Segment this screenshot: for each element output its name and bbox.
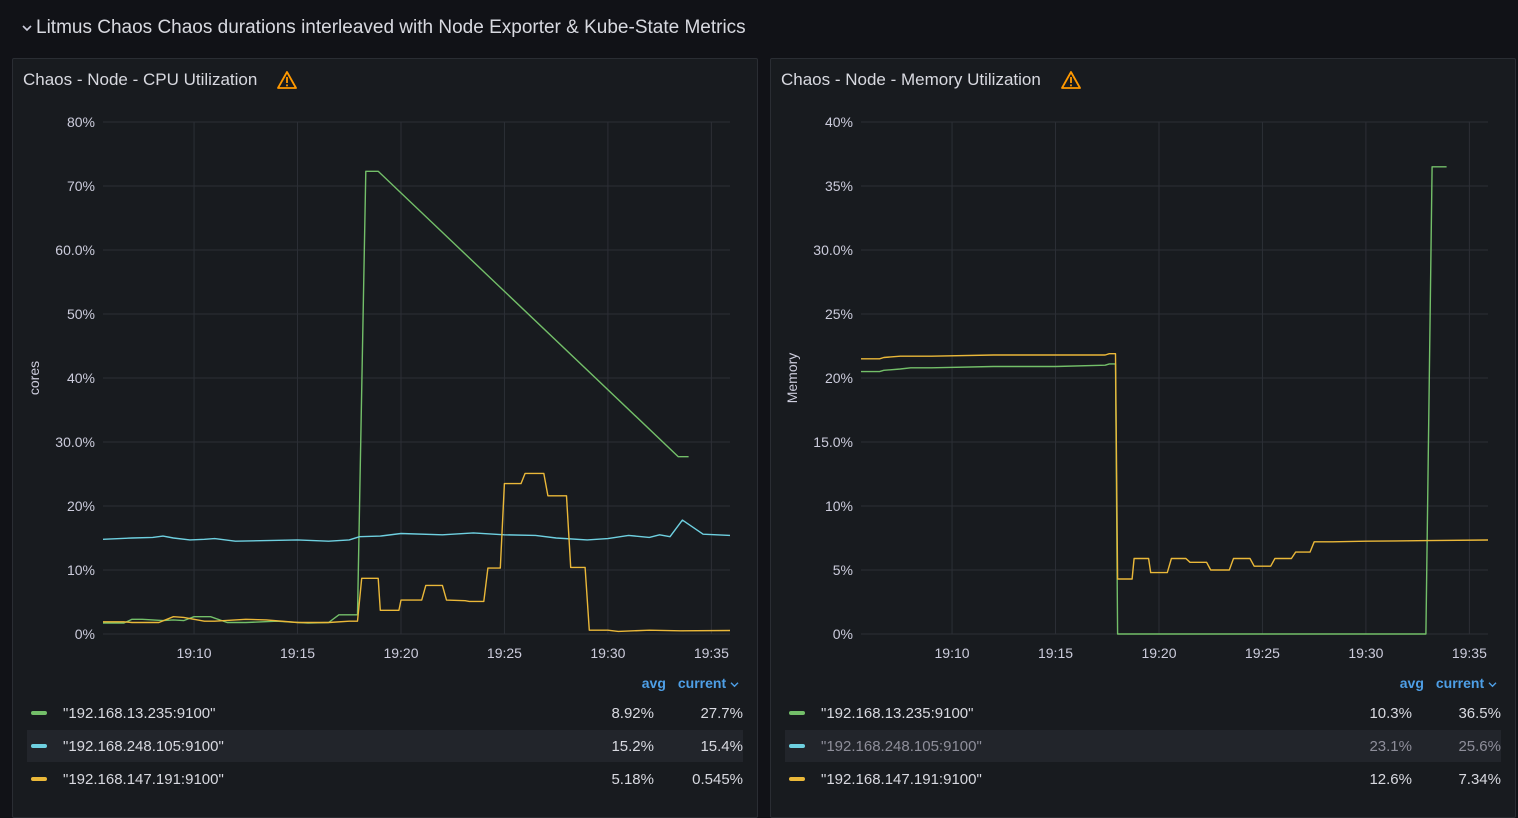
x-tick-label: 19:20 [1141, 645, 1176, 661]
y-tick-label: 10% [67, 562, 95, 578]
y-tick-label: 30.0% [813, 242, 853, 258]
legend-item[interactable]: "192.168.248.105:9100" 23.1% 25.6% [785, 730, 1501, 762]
panel-memory-utilization: Chaos - Node - Memory Utilization 0% 5% 10… [770, 58, 1516, 818]
legend-current-value: 27.7% [700, 704, 743, 722]
y-tick-label: 35% [825, 178, 853, 194]
x-tick-label: 19:15 [280, 645, 315, 661]
y-tick-label: 50% [67, 306, 95, 322]
y-tick-label: 60.0% [55, 242, 95, 258]
dashboard-row-header[interactable]: Litmus Chaos Chaos durations interleaved… [0, 0, 1518, 56]
series-line [103, 472, 731, 633]
y-tick-label: 20% [825, 370, 853, 386]
y-tick-label: 0% [75, 626, 95, 642]
series-color-swatch [31, 744, 47, 748]
series-color-swatch [789, 777, 805, 781]
x-tick-label: 19:15 [1038, 645, 1073, 661]
y-tick-label: 40% [825, 114, 853, 130]
legend-avg-value: 5.18% [611, 770, 654, 788]
legend-series-name: "192.168.147.191:9100" [63, 770, 224, 788]
legend-series-name: "192.168.248.105:9100" [821, 737, 982, 755]
legend-avg-value: 15.2% [611, 737, 654, 755]
x-tick-label: 19:10 [177, 645, 212, 661]
legend-item[interactable]: "192.168.147.191:9100" 5.18% 0.545% [27, 763, 743, 795]
x-tick-label: 19:25 [487, 645, 522, 661]
legend-header: avg current [1400, 675, 1497, 691]
series-color-swatch [789, 744, 805, 748]
x-tick-label: 19:20 [383, 645, 418, 661]
y-tick-label: 10% [825, 498, 853, 514]
legend-current-value: 36.5% [1458, 704, 1501, 722]
chevron-down-icon [730, 682, 739, 688]
legend-sort-current[interactable]: current [1436, 675, 1497, 691]
series-color-swatch [789, 711, 805, 715]
legend-series-name: "192.168.147.191:9100" [821, 770, 982, 788]
y-tick-label: 0% [833, 626, 853, 642]
x-tick-label: 19:30 [590, 645, 625, 661]
y-tick-label: 70% [67, 178, 95, 194]
y-axis-label: Memory [784, 353, 800, 404]
series-line [861, 166, 1447, 635]
legend-header: avg current [642, 675, 739, 691]
legend-series-name: "192.168.13.235:9100" [821, 704, 974, 722]
series-line [103, 170, 689, 624]
chevron-down-icon [1488, 682, 1497, 688]
legend-item[interactable]: "192.168.13.235:9100" 8.92% 27.7% [27, 697, 743, 729]
x-tick-label: 19:30 [1348, 645, 1383, 661]
y-tick-label: 15.0% [813, 434, 853, 450]
legend-current-value: 0.545% [692, 770, 743, 788]
legend-series-name: "192.168.248.105:9100" [63, 737, 224, 755]
legend-item[interactable]: "192.168.147.191:9100" 12.6% 7.34% [785, 763, 1501, 795]
panel-cpu-utilization: Chaos - Node - CPU Utilization 0% 10% 20% 3… [12, 58, 758, 818]
y-axis-label: cores [26, 361, 42, 395]
y-tick-label: 40% [67, 370, 95, 386]
y-tick-label: 30.0% [55, 434, 95, 450]
legend-avg-value: 8.92% [611, 704, 654, 722]
series-line [861, 353, 1489, 580]
y-tick-label: 80% [67, 114, 95, 130]
y-tick-label: 5% [833, 562, 853, 578]
legend-avg-value: 12.6% [1369, 770, 1412, 788]
series-color-swatch [31, 711, 47, 715]
series-color-swatch [31, 777, 47, 781]
legend-item[interactable]: "192.168.13.235:9100" 10.3% 36.5% [785, 697, 1501, 729]
legend-sort-current[interactable]: current [678, 675, 739, 691]
legend-sort-avg[interactable]: avg [1400, 675, 1424, 691]
legend-current-value: 15.4% [700, 737, 743, 755]
x-tick-label: 19:10 [935, 645, 970, 661]
legend-sort-avg[interactable]: avg [642, 675, 666, 691]
x-tick-label: 19:35 [1452, 645, 1487, 661]
time-series-chart[interactable]: 0% 5% 10% 15.0% 20% 25% 30.0% 35% 40% 19:10 19:15 1… [771, 59, 1515, 669]
y-tick-label: 25% [825, 306, 853, 322]
time-series-chart[interactable]: 0% 10% 20% 30.0% 40% 50% 60.0% 70% 80% 19:10 19:15… [13, 59, 757, 669]
series-line [102, 519, 731, 542]
legend-current-value: 25.6% [1458, 737, 1501, 755]
legend-item[interactable]: "192.168.248.105:9100" 15.2% 15.4% [27, 730, 743, 762]
chevron-down-icon[interactable] [20, 21, 34, 35]
legend-current-value: 7.34% [1458, 770, 1501, 788]
legend-series-name: "192.168.13.235:9100" [63, 704, 216, 722]
x-tick-label: 19:35 [694, 645, 729, 661]
legend-avg-value: 23.1% [1369, 737, 1412, 755]
row-title[interactable]: Litmus Chaos Chaos durations interleaved… [36, 17, 746, 39]
y-tick-label: 20% [67, 498, 95, 514]
x-tick-label: 19:25 [1245, 645, 1280, 661]
legend-avg-value: 10.3% [1369, 704, 1412, 722]
